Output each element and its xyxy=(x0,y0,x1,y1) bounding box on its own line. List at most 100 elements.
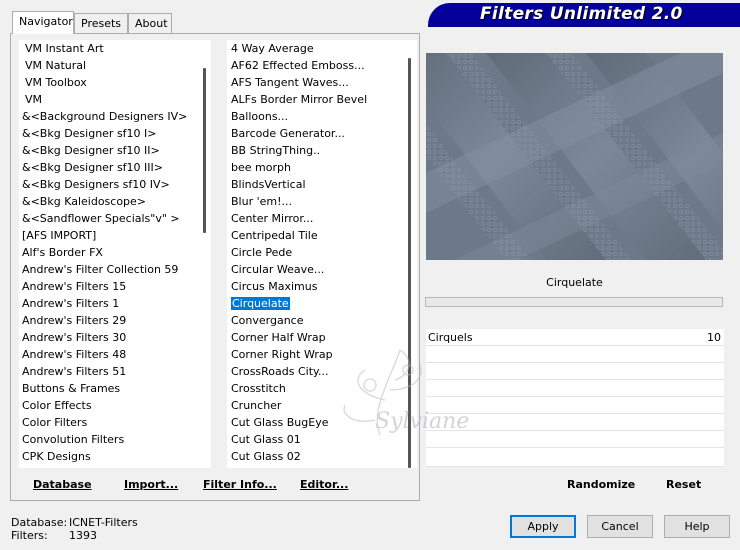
category-label: VM Natural xyxy=(25,59,87,72)
filter-item[interactable]: 4 Way Average xyxy=(227,40,403,57)
category-label: &<Bkg Designer sf10 III> xyxy=(22,161,164,174)
category-item[interactable]: VM Toolbox xyxy=(19,74,199,91)
param-row-empty xyxy=(426,414,724,431)
category-item[interactable]: Convolution Filters xyxy=(19,431,199,448)
filter-item[interactable]: AF62 Effected Emboss... xyxy=(227,57,403,74)
category-label: Andrew's Filters 15 xyxy=(22,280,127,293)
category-label: &<Bkg Kaleidoscope> xyxy=(22,195,147,208)
filter-item[interactable]: Circle Pede xyxy=(227,244,403,261)
filter-item[interactable]: Convergance xyxy=(227,312,403,329)
filter-label: Cut Glass 01 xyxy=(231,433,301,446)
tab-about[interactable]: About xyxy=(128,13,172,33)
param-row-empty xyxy=(426,397,724,414)
category-label: &<Bkg Designers sf10 IV> xyxy=(22,178,170,191)
category-item[interactable]: Andrew's Filters 30 xyxy=(19,329,199,346)
category-item[interactable]: VM Natural xyxy=(19,57,199,74)
category-item[interactable]: Color Effects xyxy=(19,397,199,414)
category-item[interactable]: Color Filters xyxy=(19,414,199,431)
filter-item[interactable]: Barcode Generator... xyxy=(227,125,403,142)
filter-label: bee morph xyxy=(231,161,291,174)
category-label: VM Instant Art xyxy=(25,42,104,55)
category-label: Andrew's Filters 51 xyxy=(22,365,127,378)
category-item[interactable]: Alf's Border FX xyxy=(19,244,199,261)
filter-item[interactable]: Cirquelate xyxy=(227,295,403,312)
filter-item[interactable]: Circular Weave... xyxy=(227,261,403,278)
tab-presets[interactable]: Presets xyxy=(74,13,128,33)
apply-button[interactable]: Apply xyxy=(510,515,576,538)
filter-item[interactable]: Blur 'em!... xyxy=(227,193,403,210)
filter-label: Cruncher xyxy=(231,399,282,412)
category-label: Andrew's Filters 1 xyxy=(22,297,120,310)
category-label: Andrew's Filter Collection 59 xyxy=(22,263,179,276)
filter-label: Corner Half Wrap xyxy=(231,331,326,344)
preview-texture xyxy=(426,53,723,260)
filter-label: Cirquelate xyxy=(230,296,291,311)
filter-label: Crosstitch xyxy=(231,382,286,395)
category-item[interactable]: &<Bkg Designers sf10 IV> xyxy=(19,176,199,193)
category-label: Andrew's Filters 48 xyxy=(22,348,127,361)
progress-bar xyxy=(425,297,723,307)
category-item[interactable]: Andrew's Filters 48 xyxy=(19,346,199,363)
category-label: &<Bkg Designer sf10 II> xyxy=(22,144,160,157)
filter-label: BB StringThing.. xyxy=(231,144,321,157)
category-item[interactable]: &<Bkg Designer sf10 II> xyxy=(19,142,199,159)
category-item[interactable]: [AFS IMPORT] xyxy=(19,227,199,244)
filter-label: Cut Glass 02 xyxy=(231,450,301,463)
randomize-button[interactable]: Randomize xyxy=(567,478,635,491)
category-label: &<Bkg Designer sf10 I> xyxy=(22,127,157,140)
category-item[interactable]: Buttons & Frames xyxy=(19,380,199,397)
filter-info-button[interactable]: Filter Info... xyxy=(203,478,277,491)
category-scroll-thumb[interactable] xyxy=(203,68,206,233)
category-item[interactable]: Andrew's Filters 15 xyxy=(19,278,199,295)
filter-item[interactable]: Circus Maximus xyxy=(227,278,403,295)
category-item[interactable]: Andrew's Filters 29 xyxy=(19,312,199,329)
category-item[interactable]: VM Instant Art xyxy=(19,40,199,57)
filter-label: Circus Maximus xyxy=(231,280,318,293)
category-scrollbar[interactable] xyxy=(199,40,211,468)
filter-label: CrossRoads City... xyxy=(231,365,329,378)
filter-item[interactable]: Center Mirror... xyxy=(227,210,403,227)
filter-item[interactable]: ALFs Border Mirror Bevel xyxy=(227,91,403,108)
filter-item[interactable]: BlindsVertical xyxy=(227,176,403,193)
filter-item[interactable]: AFS Tangent Waves... xyxy=(227,74,403,91)
category-item[interactable]: CPK Designs xyxy=(19,448,199,465)
category-item[interactable]: Andrew's Filters 51 xyxy=(19,363,199,380)
watermark-text: Sylviane xyxy=(375,409,469,434)
database-label: Database: xyxy=(11,516,68,529)
param-row-empty xyxy=(426,363,724,380)
category-label: &<Background Designers IV> xyxy=(22,110,188,123)
filter-label: Balloons... xyxy=(231,110,289,123)
help-button[interactable]: Help xyxy=(664,515,730,538)
selected-filter-name: Cirquelate xyxy=(546,276,603,289)
category-item[interactable]: Andrew's Filter Collection 59 xyxy=(19,261,199,278)
category-item[interactable]: Andrew's Filters 1 xyxy=(19,295,199,312)
param-value[interactable]: 10 xyxy=(707,331,721,344)
reset-button[interactable]: Reset xyxy=(666,478,701,491)
category-item[interactable]: &<Bkg Designer sf10 III> xyxy=(19,159,199,176)
database-button[interactable]: Database xyxy=(33,478,92,491)
category-item[interactable]: &<Sandflower Specials"v" > xyxy=(19,210,199,227)
filter-item[interactable]: BB StringThing.. xyxy=(227,142,403,159)
tab-navigator[interactable]: Navigator xyxy=(12,11,74,34)
category-item[interactable]: VM xyxy=(19,91,199,108)
filter-item[interactable]: bee morph xyxy=(227,159,403,176)
category-item[interactable]: &<Bkg Kaleidoscope> xyxy=(19,193,199,210)
editor-button[interactable]: Editor... xyxy=(300,478,348,491)
category-label: Buttons & Frames xyxy=(22,382,121,395)
filter-label: ALFs Border Mirror Bevel xyxy=(231,93,368,106)
category-label: Andrew's Filters 30 xyxy=(22,331,127,344)
category-label: Color Filters xyxy=(22,416,88,429)
import-button[interactable]: Import... xyxy=(124,478,178,491)
category-item[interactable]: &<Bkg Designer sf10 I> xyxy=(19,125,199,142)
database-value: ICNET-Filters xyxy=(69,516,138,529)
filter-item[interactable]: Balloons... xyxy=(227,108,403,125)
cancel-button[interactable]: Cancel xyxy=(587,515,653,538)
param-row-empty xyxy=(426,448,724,467)
param-row[interactable]: Cirquels 10 xyxy=(426,329,724,346)
filter-label: Cut Glass BugEye xyxy=(231,416,329,429)
param-row-empty xyxy=(426,346,724,363)
category-label: VM xyxy=(25,93,43,106)
category-item[interactable]: &<Background Designers IV> xyxy=(19,108,199,125)
category-list[interactable]: VM Instant Art VM Natural VM Toolbox VM &<Ba… xyxy=(19,40,199,468)
filter-item[interactable]: Centripedal Tile xyxy=(227,227,403,244)
